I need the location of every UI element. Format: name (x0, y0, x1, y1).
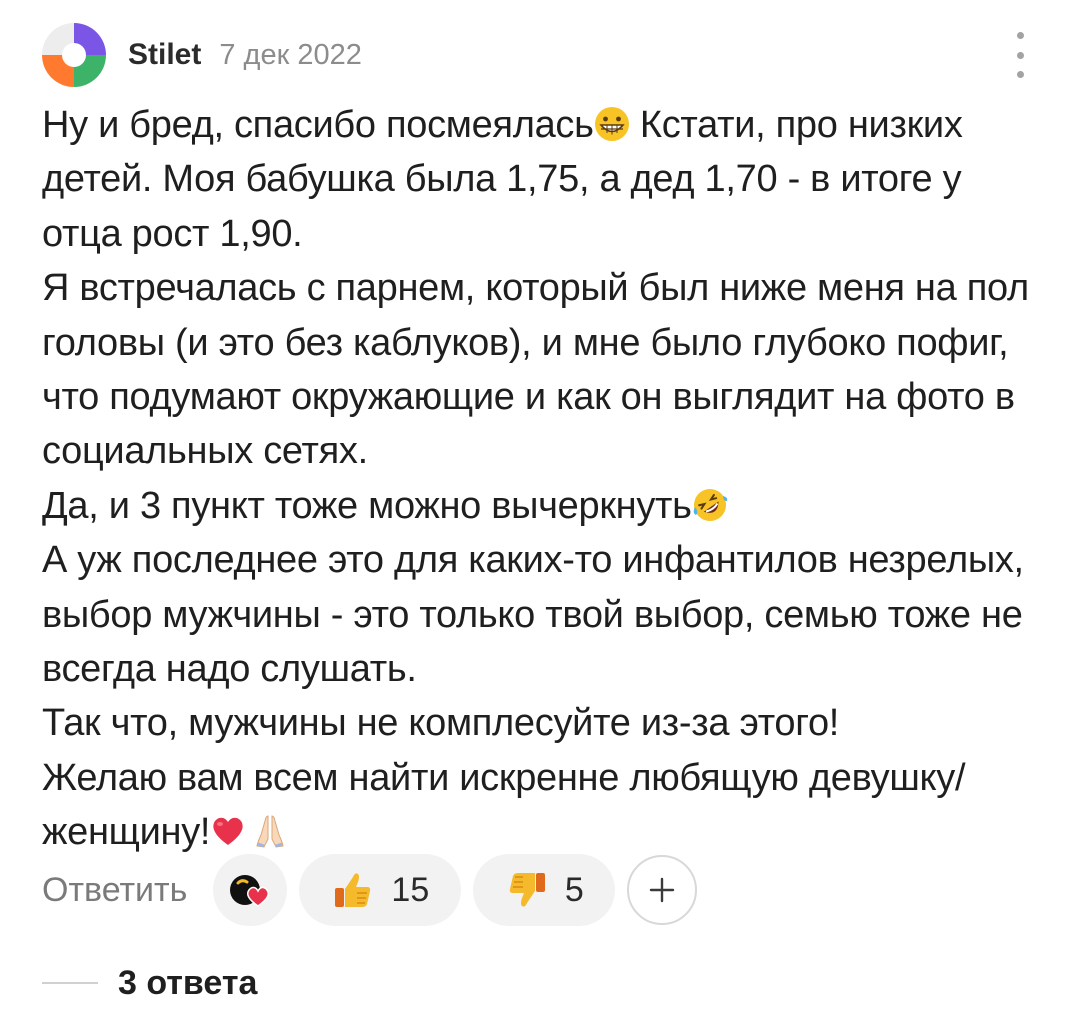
grinning-face-icon (594, 106, 630, 142)
add-reaction-button[interactable] (627, 855, 698, 925)
dislike-button[interactable]: 5 (473, 854, 616, 926)
paragraph-text: Ну и бред, спасибо посмеялась (42, 104, 594, 146)
comment-paragraph: Желаю вам всем найти искренне любящую де… (42, 751, 1032, 860)
paragraph-text: Да, и 3 пункт тоже можно вычеркнуть (42, 484, 692, 527)
thumbs-down-icon (509, 873, 545, 907)
comment-paragraph: Я встречалась с парнем, который был ниже… (42, 261, 1032, 479)
divider (42, 982, 98, 984)
like-button[interactable]: 15 (299, 854, 462, 926)
folded-hands-icon (252, 813, 288, 849)
dot (1016, 51, 1024, 59)
reply-button[interactable]: Ответить (42, 871, 187, 910)
replies-count-label: 3 ответа (118, 963, 258, 1002)
comment-paragraph: Ну и бред, спасибо посмеялась Кстати, пр… (42, 98, 1032, 261)
paragraph-text: Я встречалась с парнем, который был ниже… (42, 267, 1040, 473)
four-color-avatar-icon[interactable] (42, 23, 106, 87)
comment-paragraph: Да, и 3 пункт тоже можно вычеркнуть (42, 479, 1032, 533)
paragraph-text: А уж последнее это для каких-то инфантил… (42, 539, 1035, 691)
comment-actions: Ответить 15 5 (42, 852, 698, 928)
paragraph-text: Желаю вам всем найти искренне любящую де… (42, 756, 966, 854)
comment-card: Stilet 7 дек 2022 Ну и бред, спасибо пос… (0, 0, 1080, 1036)
comment-paragraph: Так что, мужчины не комплесуйте из-за эт… (42, 696, 1032, 750)
plus-icon (650, 877, 675, 903)
comment-header: Stilet 7 дек 2022 (42, 20, 362, 90)
author-heart-badge-icon (230, 875, 270, 907)
dot (1016, 32, 1024, 39)
comment-date: 7 дек 2022 (219, 38, 362, 71)
paragraph-text: Так что, мужчины не комплесуйте из-за эт… (42, 702, 840, 745)
dislike-count: 5 (564, 870, 584, 909)
comment-text: Ну и бред, спасибо посмеялась Кстати, пр… (42, 98, 1032, 860)
show-replies-link[interactable]: 3 ответа (42, 955, 257, 1011)
thumbs-up-icon (335, 873, 371, 907)
author-heart-badge-button[interactable] (213, 854, 288, 926)
comment-paragraph: А уж последнее это для каких-то инфантил… (42, 533, 1032, 696)
vertical-dots-icon[interactable] (1008, 32, 1032, 78)
dot (1016, 71, 1024, 78)
author-name[interactable]: Stilet (128, 38, 201, 72)
like-count: 15 (391, 870, 430, 909)
red-heart-icon (210, 813, 246, 849)
rolling-laughing-face-icon (692, 487, 728, 523)
